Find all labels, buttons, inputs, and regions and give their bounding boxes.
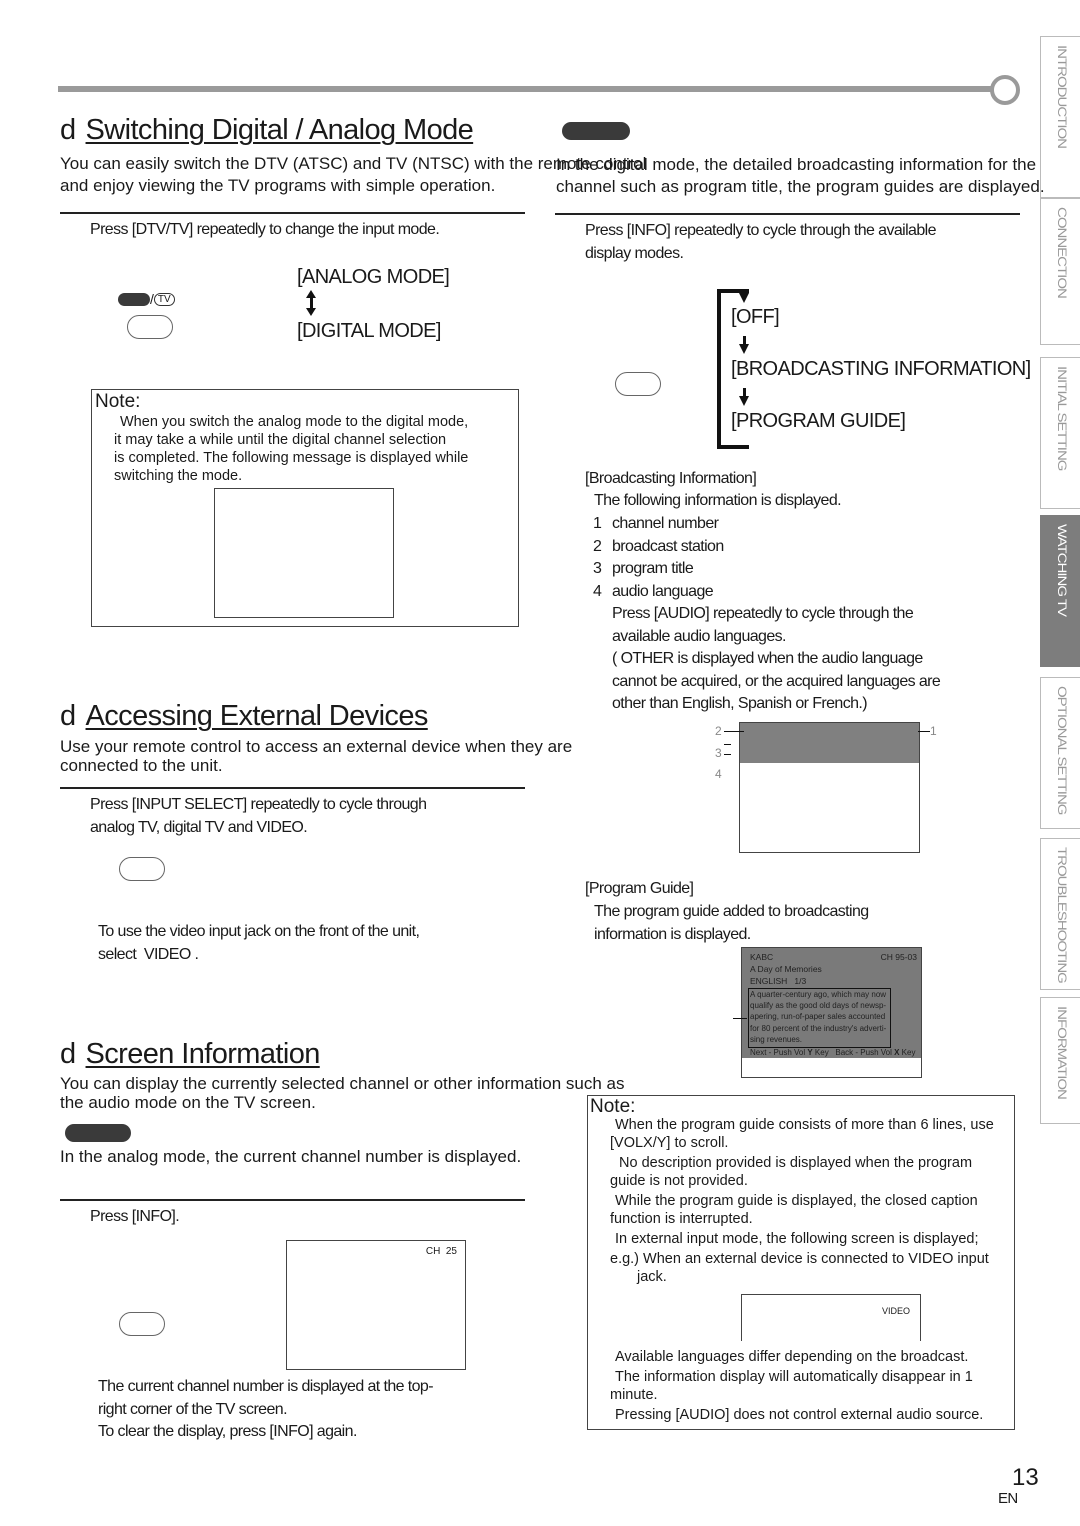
dtv-tv-button[interactable] [127,315,173,339]
info-button[interactable] [615,372,661,396]
callout-3: 3 [715,746,722,760]
callout-1: 1 [930,724,937,738]
callout-line [724,731,744,732]
note-item: No description provided is displayed whe… [610,1155,973,1189]
language-code: EN [998,1490,1018,1507]
guide-nav-hint: Next - Push Vol Y Key Back - Push Vol X … [750,1048,916,1057]
program-guide-screen: KABC CH 95-03 A Day of Memories ENGLISH … [741,947,922,1078]
channel-display-screen: CH 25 [286,1240,466,1370]
divider [60,212,525,214]
tv-glyph: TV [153,292,175,306]
info-step: Press [INFO] repeatedly to cycle through… [585,222,937,262]
divider [60,1199,525,1201]
note-tail: Available languages differ depending on … [610,1349,984,1423]
broadcasting-items: 1 channel number 2 broadcast station 3 prog… [593,513,941,716]
list-item: 4 audio language [593,582,714,600]
video-input-screen: VIDEO [741,1294,921,1341]
side-tab-optional-setting[interactable]: OPTIONAL SETTING [1040,677,1080,829]
callout-4: 4 [715,767,722,781]
analog-mode-desc: In the analog mode, the current channel … [60,1147,522,1166]
list-item: 3 program title [593,560,694,577]
callout-line [918,731,930,732]
note-title: Note: [590,1096,636,1117]
cycle-off: [OFF] [731,306,780,328]
note-item: When the program guide consists of more … [610,1117,994,1151]
program-guide-heading: [Program Guide] [585,880,694,897]
header-rule [58,86,993,92]
note-item: While the program guide is displayed, th… [610,1193,978,1227]
screen-info-step: Press [INFO]. [90,1208,180,1225]
callout-line [724,744,731,755]
cycle-arrow-icon [739,293,749,303]
mode-digital: [DIGITAL MODE] [297,320,441,342]
analog-mode-badge [65,1124,131,1142]
cycle-broadcasting-info: [BROADCASTING INFORMATION] [731,358,1031,380]
channel-number: CH 25 [425,1246,457,1257]
note-switching: Note: When you switch the analog mode to… [91,389,519,627]
callout-2: 2 [715,724,722,738]
cycle-arrow-icon [739,336,749,354]
list-item: 2 broadcast station [593,537,724,555]
divider [60,787,525,789]
program-guide-desc: The program guide added to broadcasting … [594,903,869,943]
audio-language-note: Press [AUDIO] repeatedly to cycle throug… [612,605,941,712]
header-circle-ornament [990,75,1020,105]
external-intro: Use your remote control to access an ext… [60,737,573,775]
toggle-arrow-icon [306,290,316,316]
mode-analog: [ANALOG MODE] [297,266,450,288]
section-title-external: d Accessing External Devices [60,700,428,732]
digital-intro: In the digital mode, the detailed broadc… [556,155,1045,196]
cycle-arrow-icon [739,388,749,406]
note-item: In external input mode, the following sc… [610,1231,989,1285]
info-banner [740,723,919,763]
callout-line [733,1018,747,1019]
side-tab-introduction[interactable]: INTRODUCTION [1040,36,1080,198]
page-number: 13 [1012,1464,1039,1491]
cycle-program-guide: [PROGRAM GUIDE] [731,410,906,432]
side-tab-connection[interactable]: CONNECTION [1040,198,1080,345]
digital-mode-badge [562,122,630,140]
switching-step: Press [DTV/TV] repeatedly to change the … [90,221,440,238]
dtv-pill-icon [118,292,150,306]
dtv-tv-button-label: / TV [118,291,175,307]
section-title-screen-info: d Screen Information [60,1038,320,1070]
broadcasting-info-screen [739,722,920,853]
info-button[interactable] [119,1312,165,1336]
divider [555,213,1020,215]
external-step: Press [INPUT SELECT] repeatedly to cycle… [90,796,427,836]
external-tip: To use the video input jack on the front… [98,923,420,963]
screen-info-result: The current channel number is displayed … [98,1378,434,1440]
section-title-switching: d Switching Digital / Analog Mode [60,114,474,146]
screen-info-intro: You can display the currently selected c… [60,1074,625,1112]
broadcasting-desc: The following information is displayed. [594,492,842,509]
message-screen [214,488,394,618]
broadcasting-heading: [Broadcasting Information] [585,470,757,487]
note-items: When the program guide consists of more … [610,1116,994,1286]
input-select-button[interactable] [119,857,165,881]
side-tab-initial-setting[interactable]: INITIAL SETTING [1040,357,1080,509]
side-tab-troubleshooting[interactable]: TROUBLESHOOTING [1040,838,1080,990]
side-tab-information[interactable]: INFORMATION [1040,997,1080,1124]
side-tab-watching-tv[interactable]: WATCHING TV [1040,515,1080,667]
guide-description-box: A quarter-century ago, which may now qua… [748,988,891,1048]
list-item: 1 channel number [593,515,719,532]
